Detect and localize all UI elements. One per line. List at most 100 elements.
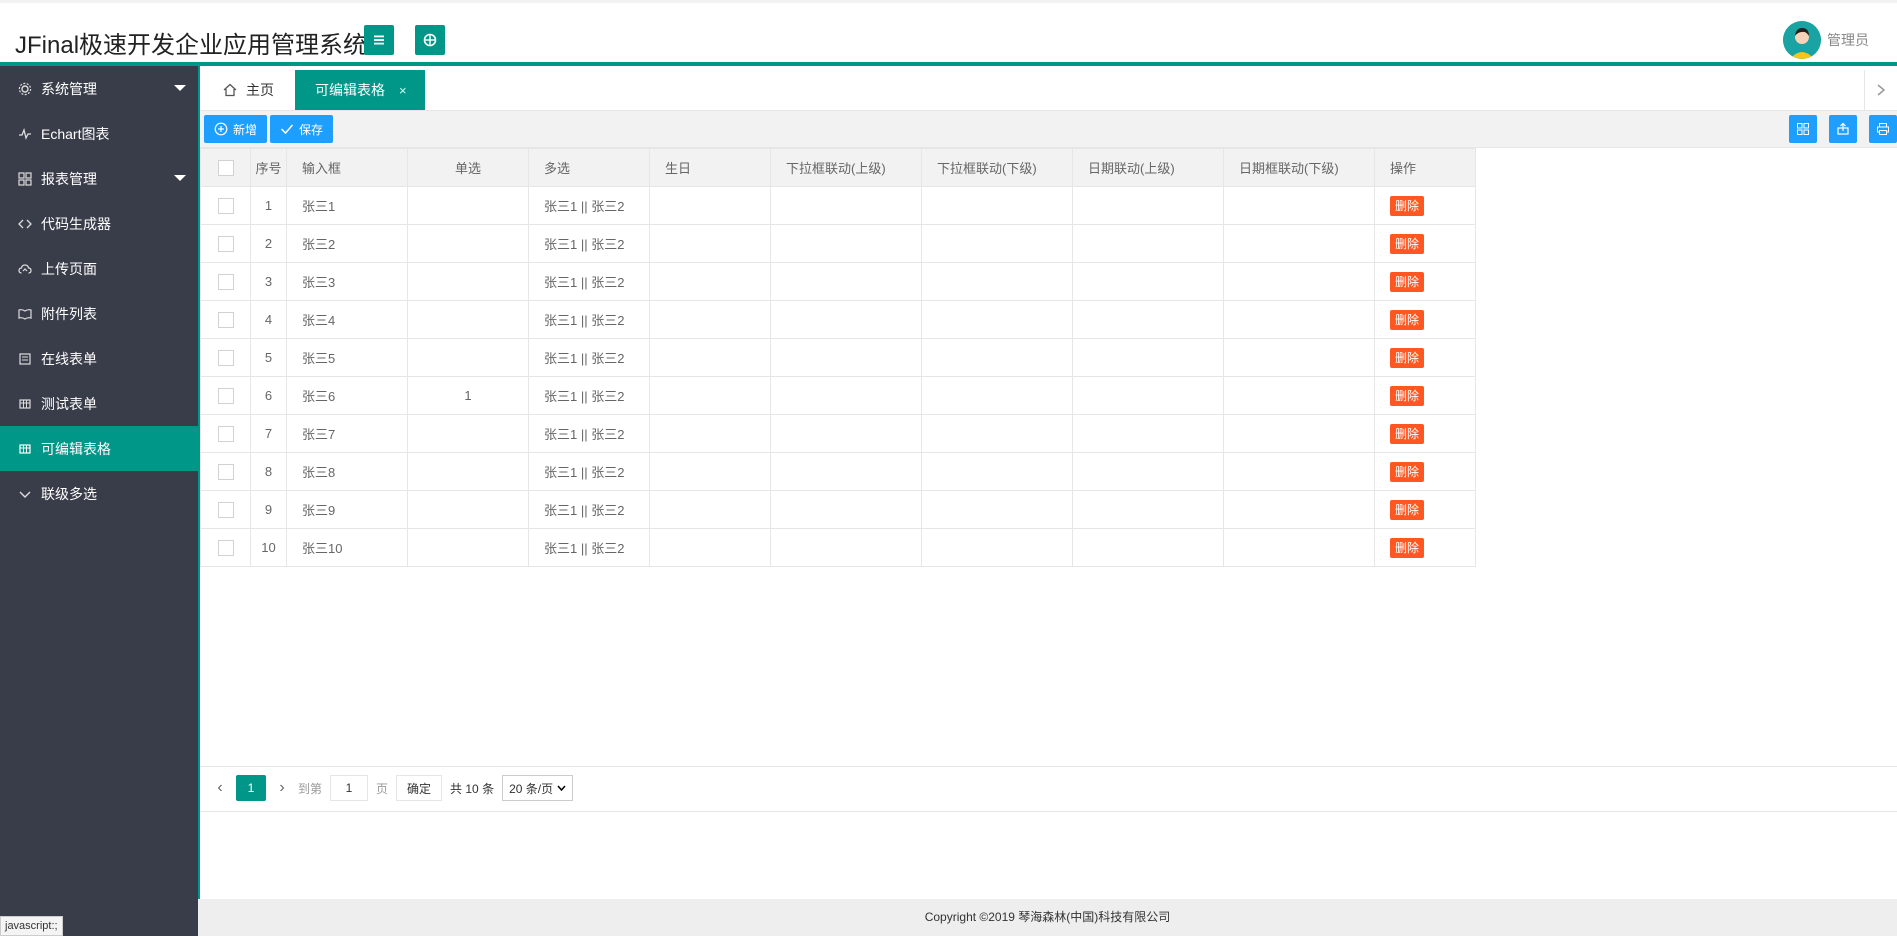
cell-date-child[interactable] [1223,300,1375,339]
sidebar-item-attachments[interactable]: 附件列表 [0,291,198,336]
cell-input[interactable]: 张三1 [286,186,408,225]
row-checkbox-cell[interactable] [200,414,251,453]
cell-birthday[interactable] [649,224,771,263]
user-menu[interactable]: 管理员 [1783,21,1869,59]
cell-date-child[interactable] [1223,338,1375,377]
sidebar-item-editable-table[interactable]: 可编辑表格 [0,426,198,471]
column-header[interactable]: 生日 [649,148,771,187]
delete-button[interactable]: 删除 [1390,385,1425,406]
cell-actions[interactable]: 删除 [1374,528,1476,567]
delete-button[interactable]: 删除 [1390,461,1425,482]
cell-radio[interactable]: 1 [407,376,529,415]
cell-input[interactable]: 张三2 [286,224,408,263]
row-checkbox[interactable] [217,501,234,518]
row-checkbox-cell[interactable] [200,490,251,529]
cell-actions[interactable]: 删除 [1374,262,1476,301]
cell-multi[interactable]: 张三1 || 张三2 [528,490,650,529]
sidebar-item-echart[interactable]: Echart图表 [0,111,198,156]
cell-actions[interactable]: 删除 [1374,414,1476,453]
cell-select-parent[interactable] [770,376,922,415]
cell-select-parent[interactable] [770,452,922,491]
cell-radio[interactable] [407,414,529,453]
cell-birthday[interactable] [649,300,771,339]
table-row[interactable]: 5 张三5 张三1 || 张三2 删除 [200,338,1476,377]
cell-birthday[interactable] [649,452,771,491]
cell-select-child[interactable] [921,414,1073,453]
cell-birthday[interactable] [649,376,771,415]
cell-select-child[interactable] [921,490,1073,529]
row-checkbox[interactable] [217,273,234,290]
cell-select-child[interactable] [921,186,1073,225]
cell-select-parent[interactable] [770,528,922,567]
column-header[interactable]: 下拉框联动(上级) [770,148,922,187]
cell-select-child[interactable] [921,376,1073,415]
select-all-checkbox[interactable] [217,159,234,176]
delete-button[interactable]: 删除 [1390,537,1425,558]
cell-date-parent[interactable] [1072,338,1224,377]
cell-multi[interactable]: 张三1 || 张三2 [528,376,650,415]
cell-date-parent[interactable] [1072,452,1224,491]
row-checkbox[interactable] [217,463,234,480]
columns-filter-button[interactable] [1789,115,1817,143]
cell-select-parent[interactable] [770,338,922,377]
sidebar-item-cascade[interactable]: 联级多选 [0,471,198,516]
table-row[interactable]: 1 张三1 张三1 || 张三2 删除 [200,186,1476,225]
cell-radio[interactable] [407,490,529,529]
table-row[interactable]: 2 张三2 张三1 || 张三2 删除 [200,224,1476,263]
column-header[interactable]: 多选 [528,148,650,187]
cell-input[interactable]: 张三6 [286,376,408,415]
cell-input[interactable]: 张三3 [286,262,408,301]
table-row[interactable]: 6 张三6 1 张三1 || 张三2 删除 [200,376,1476,415]
cell-date-parent[interactable] [1072,528,1224,567]
globe-button[interactable] [415,25,445,55]
column-header[interactable]: 日期框联动(下级) [1223,148,1375,187]
row-checkbox[interactable] [217,539,234,556]
table-row[interactable]: 3 张三3 张三1 || 张三2 删除 [200,262,1476,301]
column-header[interactable]: 下拉框联动(下级) [921,148,1073,187]
sidebar-item-upload[interactable]: 上传页面 [0,246,198,291]
tab-home[interactable]: 主页 [200,70,295,110]
cell-select-child[interactable] [921,452,1073,491]
next-page-icon[interactable]: › [274,779,290,797]
delete-button[interactable]: 删除 [1390,347,1425,368]
cell-input[interactable]: 张三10 [286,528,408,567]
cell-radio[interactable] [407,300,529,339]
cell-select-parent[interactable] [770,186,922,225]
column-header[interactable]: 单选 [407,148,529,187]
page-size-select[interactable]: 20 条/页 [502,775,574,801]
cell-input[interactable]: 张三9 [286,490,408,529]
table-row[interactable]: 8 张三8 张三1 || 张三2 删除 [200,452,1476,491]
cell-date-parent[interactable] [1072,186,1224,225]
cell-date-child[interactable] [1223,528,1375,567]
confirm-page-button[interactable]: 确定 [396,775,443,801]
cell-multi[interactable]: 张三1 || 张三2 [528,452,650,491]
delete-button[interactable]: 删除 [1390,271,1425,292]
delete-button[interactable]: 删除 [1390,499,1425,520]
cell-date-parent[interactable] [1072,490,1224,529]
cell-select-parent[interactable] [770,490,922,529]
row-checkbox-cell[interactable] [200,452,251,491]
cell-multi[interactable]: 张三1 || 张三2 [528,528,650,567]
row-checkbox-cell[interactable] [200,376,251,415]
column-header[interactable]: 输入框 [286,148,408,187]
cell-multi[interactable]: 张三1 || 张三2 [528,262,650,301]
row-checkbox-cell[interactable] [200,338,251,377]
cell-radio[interactable] [407,262,529,301]
cell-radio[interactable] [407,528,529,567]
table-row[interactable]: 10 张三10 张三1 || 张三2 删除 [200,528,1476,567]
select-all-checkbox-cell[interactable] [200,148,251,187]
cell-actions[interactable]: 删除 [1374,300,1476,339]
cell-date-child[interactable] [1223,224,1375,263]
cell-date-child[interactable] [1223,262,1375,301]
cell-radio[interactable] [407,224,529,263]
table-row[interactable]: 9 张三9 张三1 || 张三2 删除 [200,490,1476,529]
tab-editable-table[interactable]: 可编辑表格 × [295,70,425,110]
cell-multi[interactable]: 张三1 || 张三2 [528,224,650,263]
row-checkbox[interactable] [217,425,234,442]
row-checkbox-cell[interactable] [200,300,251,339]
cell-select-child[interactable] [921,262,1073,301]
cell-birthday[interactable] [649,528,771,567]
close-icon[interactable]: × [399,83,407,98]
add-button[interactable]: 新增 [204,115,268,143]
sidebar-item-codegen[interactable]: 代码生成器 [0,201,198,246]
